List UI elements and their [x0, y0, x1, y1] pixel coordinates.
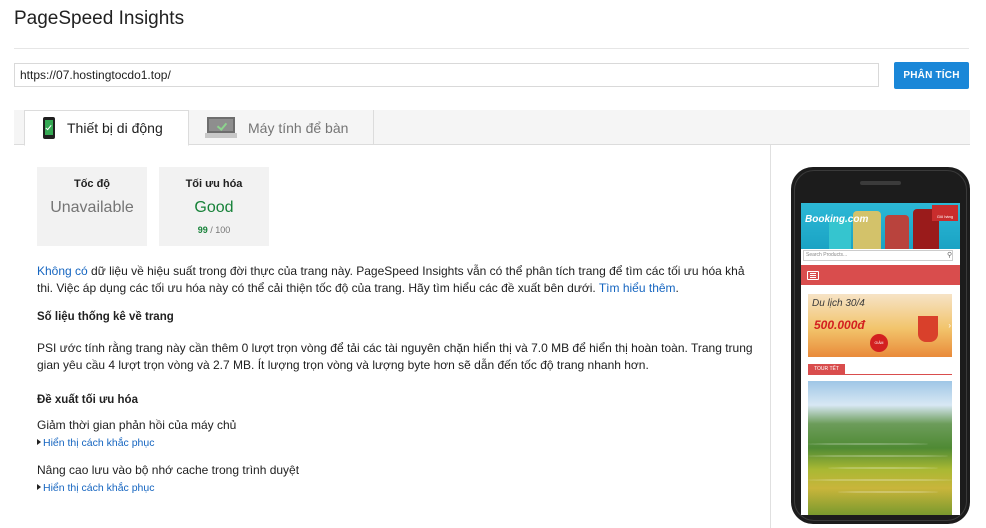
tab-desktop-label: Máy tính để bàn [248, 119, 349, 136]
suggestion-title: Giảm thời gian phản hồi của máy chủ [37, 418, 237, 432]
banner-title: Du lịch 30/4 [812, 298, 865, 309]
site-menu-bar [801, 265, 960, 285]
intro-paragraph: Không có dữ liệu về hiệu suất trong đời … [37, 263, 753, 297]
learn-more-link[interactable]: Tìm hiểu thêm [599, 281, 676, 295]
page-screenshot: Booking.com Giỏ hàng Search Products... … [801, 203, 960, 515]
mobile-phone-icon [43, 117, 55, 139]
section-tag: TOUR TẾT [808, 364, 845, 375]
show-fix-label: Hiển thị cách khắc phục [43, 437, 155, 449]
optimization-score-card: Tối ưu hóa Good 99 / 100 [159, 167, 269, 246]
suggestion-title: Nâng cao lưu vào bộ nhớ cache trong trìn… [37, 463, 300, 477]
desktop-monitor-icon [205, 116, 237, 139]
expand-triangle-icon [37, 484, 41, 490]
tab-desktop[interactable]: Máy tính để bàn [190, 110, 374, 145]
show-fix-label: Hiển thị cách khắc phục [43, 482, 155, 494]
tab-mobile-label: Thiết bị di động [67, 120, 163, 136]
optimization-score-value: 99 / 100 [159, 225, 269, 235]
show-fix-link[interactable]: Hiển thị cách khắc phục [37, 437, 154, 449]
expand-triangle-icon [37, 439, 41, 445]
drink-image [918, 316, 938, 342]
show-fix-link[interactable]: Hiển thị cách khắc phục [37, 482, 154, 494]
site-search-box: Search Products... [803, 250, 953, 261]
chevron-right-icon: › [948, 321, 951, 330]
site-logo: Booking.com [805, 214, 869, 225]
hamburger-menu-icon [807, 271, 819, 280]
stats-paragraph: PSI ước tính rằng trang này cần thêm 0 l… [37, 341, 753, 372]
intro-end: . [675, 281, 679, 295]
site-header-banner: Booking.com Giỏ hàng [801, 203, 960, 249]
optimization-score-status: Good [194, 199, 234, 216]
banner-badge: GIẢM NGAY [870, 334, 888, 352]
speed-score-card: Tốc độ Unavailable [37, 167, 147, 246]
section-underline [845, 374, 952, 375]
analyze-button[interactable]: PHÂN TÍCH [894, 62, 969, 89]
optimization-score-max: / 100 [210, 225, 231, 235]
cart-icon: Giỏ hàng [932, 205, 958, 221]
optimization-score-label: Tối ưu hóa [185, 178, 243, 190]
mobile-preview-phone: Booking.com Giỏ hàng Search Products... … [791, 167, 970, 524]
tab-mobile[interactable]: Thiết bị di động [24, 110, 189, 146]
speed-score-label: Tốc độ [73, 178, 111, 190]
app-title: PageSpeed Insights [14, 8, 185, 29]
content-divider [770, 145, 771, 528]
device-tab-bar: Thiết bị di động Máy tính để bàn [14, 110, 970, 146]
optimization-score-number: 99 [197, 225, 208, 235]
phone-speaker [860, 181, 901, 185]
stats-heading: Số liệu thống kê về trang [37, 311, 174, 323]
promo-banner: Du lịch 30/4 500.000đ GIẢM NGAY › [808, 294, 952, 357]
banner-price: 500.000đ [814, 318, 865, 332]
no-data-link[interactable]: Không có [37, 264, 88, 278]
search-icon: ⚲ [947, 252, 953, 259]
speed-score-status: Unavailable [50, 199, 134, 216]
url-input[interactable] [14, 63, 879, 87]
title-divider [14, 48, 969, 49]
rice-terrace-image [808, 381, 952, 515]
suggestions-heading: Đề xuất tối ưu hóa [37, 394, 138, 406]
